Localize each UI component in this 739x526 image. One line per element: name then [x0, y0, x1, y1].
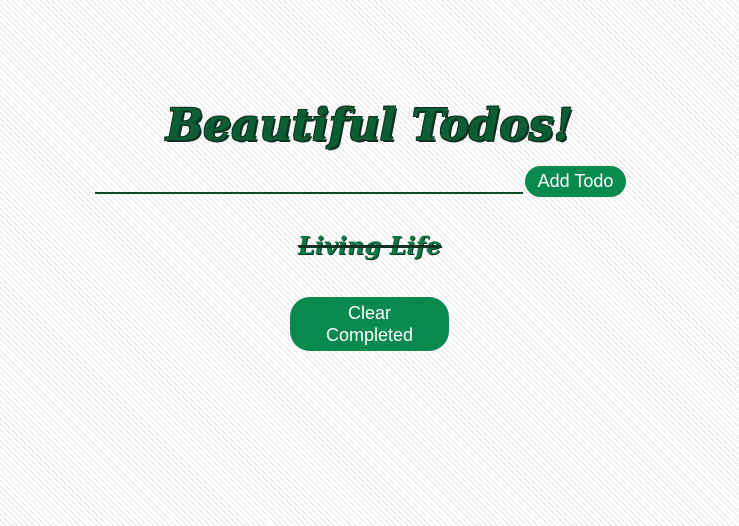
todo-input[interactable]	[95, 168, 523, 194]
clear-completed-button[interactable]: Clear Completed	[290, 297, 449, 351]
page-title: Beautiful Todos!	[166, 100, 573, 151]
todo-item-text[interactable]: Living Life	[298, 226, 441, 266]
todo-list: Living Life	[0, 226, 739, 266]
add-todo-button[interactable]: Add Todo	[525, 166, 626, 197]
todo-list-item: Living Life	[0, 226, 739, 266]
